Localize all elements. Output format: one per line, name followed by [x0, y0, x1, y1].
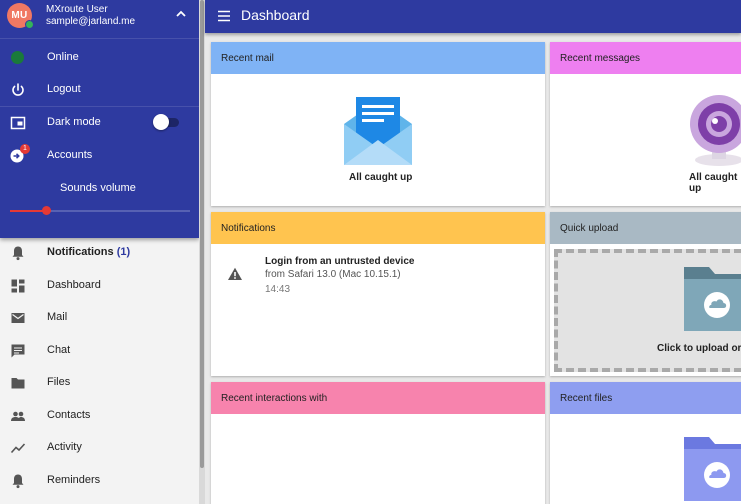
- sounds-volume-fill: [10, 210, 46, 212]
- sounds-volume-thumb[interactable]: [41, 206, 51, 215]
- logout-label: Logout: [47, 83, 81, 95]
- accounts-item[interactable]: 1 Accounts: [0, 141, 199, 171]
- sidebar-item-label: Notifications (1): [47, 246, 130, 258]
- contacts-icon: [11, 411, 25, 421]
- sidebar: MU MXroute User sample@jarland.me Online…: [0, 0, 199, 504]
- card-header: Recent mail: [211, 42, 545, 74]
- dark-mode-toggle-knob[interactable]: [153, 114, 169, 130]
- card-title: Notifications: [221, 223, 276, 234]
- recent-messages-status: All caught up: [689, 172, 738, 194]
- sidebar-item-label: Activity: [47, 441, 82, 453]
- sidebar-item-activity[interactable]: Activity: [0, 432, 199, 464]
- notifications-count: (1): [116, 246, 131, 258]
- notifications-label: Notifications: [47, 246, 114, 258]
- card-title: Recent files: [560, 393, 613, 404]
- card-title: Recent messages: [560, 53, 641, 64]
- divider: [0, 38, 199, 39]
- warning-icon: [228, 267, 242, 280]
- card-header: Recent messages: [550, 42, 741, 74]
- envelope-illustration-icon: [344, 97, 412, 165]
- notification-subtitle: from Safari 13.0 (Mac 10.15.1): [265, 269, 401, 280]
- status-online-item[interactable]: Online: [0, 43, 199, 73]
- sidebar-item-reminders[interactable]: Reminders: [0, 465, 199, 497]
- presence-indicator: [25, 20, 34, 29]
- bell-icon: [12, 246, 24, 261]
- status-online-label: Online: [47, 51, 79, 63]
- sidebar-item-label: Mail: [47, 311, 68, 323]
- card-header: Recent files: [550, 382, 741, 414]
- dark-mode-label: Dark mode: [47, 116, 101, 128]
- power-icon: [12, 83, 24, 96]
- online-status-icon: [11, 51, 24, 64]
- folder-icon: [11, 378, 25, 389]
- dark-mode-icon: [10, 116, 26, 130]
- card-header: Quick upload: [550, 212, 741, 244]
- upload-hint: Click to upload or drag: [657, 343, 741, 354]
- activity-icon: [10, 443, 26, 454]
- recent-interactions-card[interactable]: Recent interactions with: [211, 382, 545, 504]
- sidebar-item-label: Reminders: [47, 474, 101, 486]
- sidebar-scrollbar-thumb[interactable]: [200, 0, 204, 468]
- status-menu: MU MXroute User sample@jarland.me Online…: [0, 0, 199, 238]
- sidebar-item-chat[interactable]: Chat: [0, 335, 199, 367]
- card-header: Recent interactions with: [211, 382, 545, 414]
- recent-files-card[interactable]: Recent files: [550, 382, 741, 504]
- accounts-badge: 1: [20, 144, 30, 154]
- dashboard-icon: [11, 279, 25, 293]
- user-profile-row[interactable]: MU MXroute User sample@jarland.me: [0, 0, 199, 38]
- sounds-volume-slider[interactable]: [10, 210, 190, 212]
- notification-time: 14:43: [265, 284, 291, 295]
- sidebar-item-dashboard[interactable]: Dashboard: [0, 270, 199, 302]
- accounts-label: Accounts: [47, 149, 93, 161]
- recent-mail-status: All caught up: [349, 172, 413, 183]
- page-title: Dashboard: [241, 7, 310, 23]
- card-title: Recent mail: [221, 53, 274, 64]
- quick-upload-card[interactable]: Quick upload Click to upload or drag: [550, 212, 741, 376]
- user-name: MXroute User: [46, 4, 108, 15]
- sidebar-item-label: Chat: [47, 344, 71, 356]
- webcam-illustration-icon: [690, 95, 741, 166]
- card-header: Notifications: [211, 212, 545, 244]
- sidebar-item-contacts[interactable]: Contacts: [0, 400, 199, 432]
- sidebar-item-label: Dashboard: [47, 279, 101, 291]
- recent-mail-card[interactable]: Recent mail All caught up: [211, 42, 545, 206]
- notification-title: Login from an untrusted device: [265, 256, 415, 267]
- sidebar-item-label: Files: [47, 376, 71, 388]
- cloud-folder-icon: [684, 437, 741, 501]
- dark-mode-item[interactable]: Dark mode: [0, 108, 199, 138]
- user-email: sample@jarland.me: [46, 16, 136, 27]
- notifications-card[interactable]: Notifications Login from an untrusted de…: [211, 212, 545, 376]
- chat-icon: [11, 344, 25, 358]
- card-title: Recent interactions with: [221, 393, 328, 404]
- logout-item[interactable]: Logout: [0, 75, 199, 105]
- sidebar-item-files[interactable]: Files: [0, 367, 199, 399]
- mail-icon: [11, 313, 25, 323]
- sidebar-item-notifications[interactable]: Notifications (1): [0, 237, 199, 269]
- divider: [0, 106, 199, 107]
- reminders-bell-icon: [12, 474, 24, 489]
- cloud-folder-icon: [684, 267, 741, 331]
- chevron-up-icon[interactable]: [175, 8, 187, 20]
- sidebar-item-label: Contacts: [47, 409, 91, 421]
- recent-messages-card[interactable]: Recent messages All caught up: [550, 42, 741, 206]
- app-header: Dashboard: [205, 0, 741, 33]
- card-title: Quick upload: [560, 223, 619, 234]
- sounds-volume-label: Sounds volume: [60, 182, 136, 194]
- hamburger-menu-icon[interactable]: [217, 9, 231, 23]
- sidebar-item-mail[interactable]: Mail: [0, 302, 199, 334]
